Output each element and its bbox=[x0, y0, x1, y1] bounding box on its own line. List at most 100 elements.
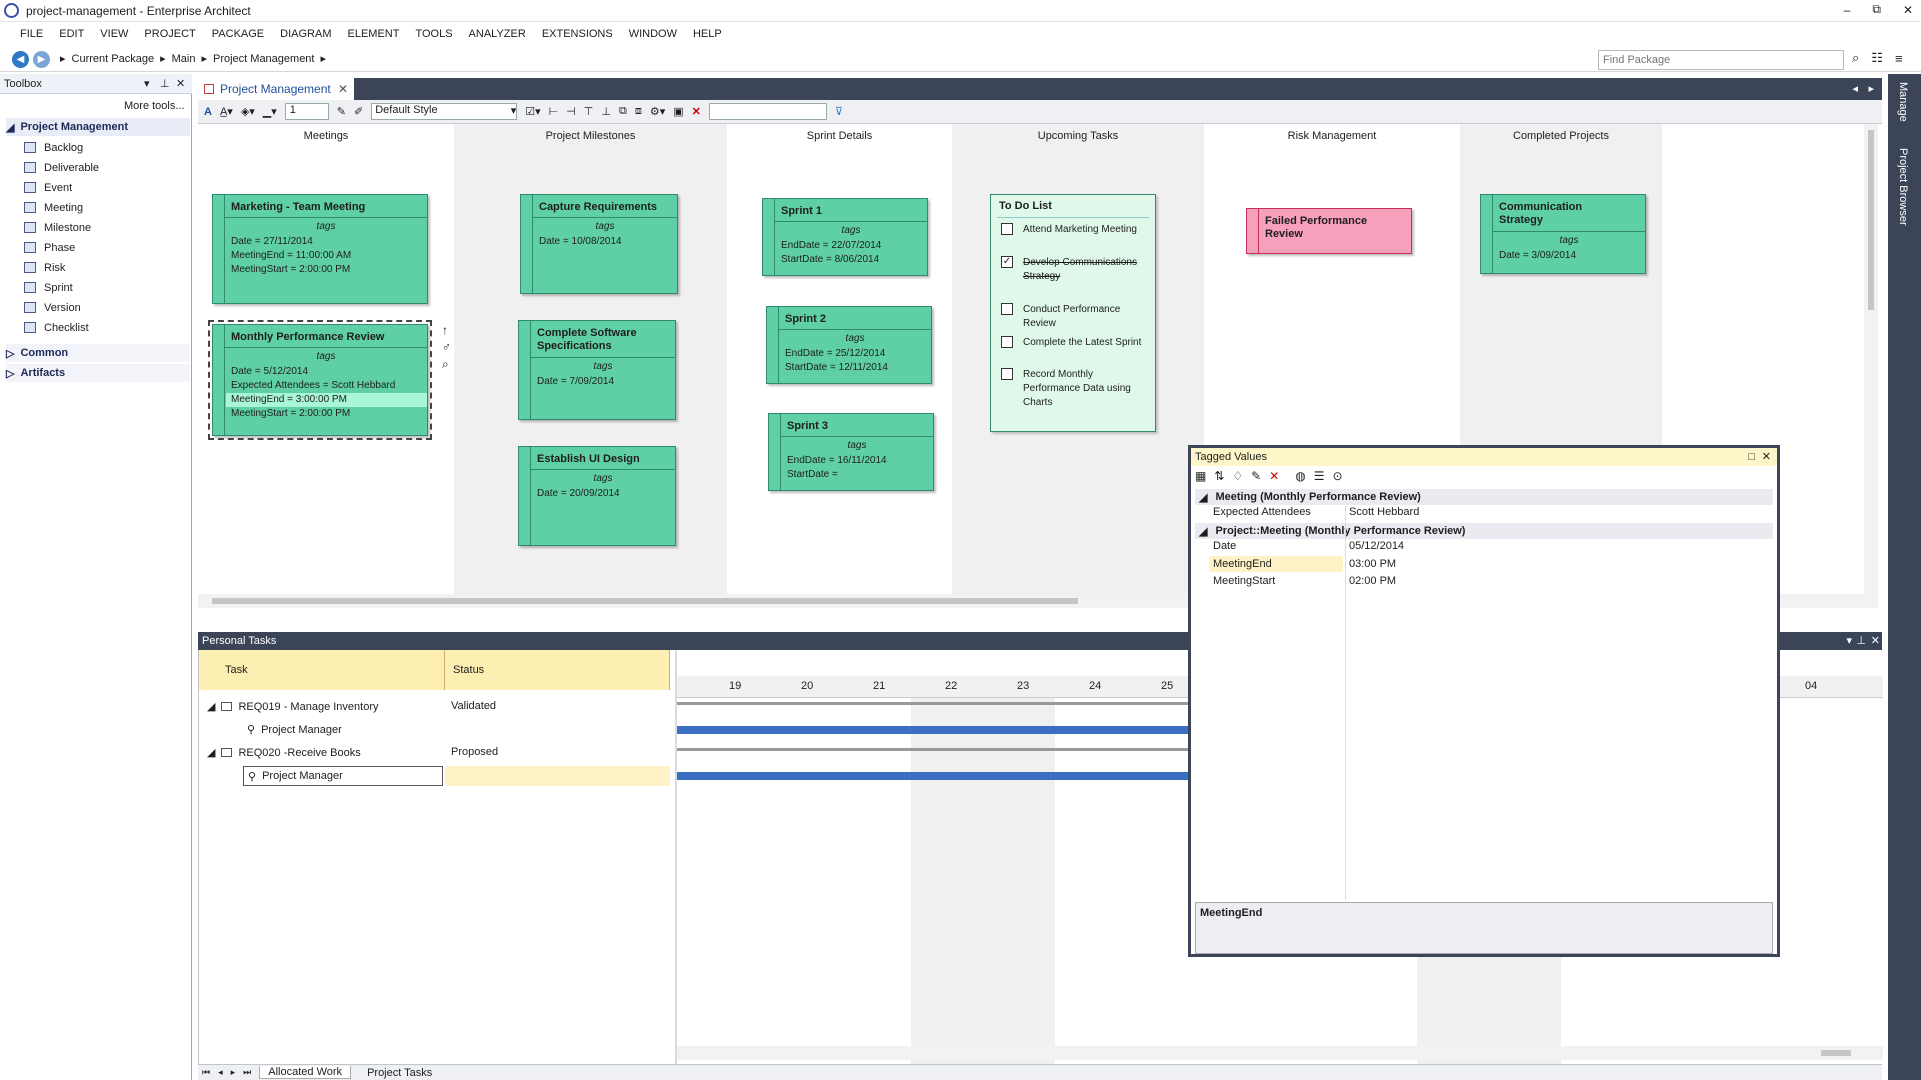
tab-project-management[interactable]: Project Management ✕ bbox=[198, 78, 354, 100]
toolbox-group-project-management[interactable]: ◢ Project Management bbox=[6, 118, 190, 136]
close-icon[interactable]: ✕ bbox=[176, 77, 185, 90]
next-page-icon[interactable]: ▸ bbox=[231, 1067, 236, 1078]
scroll-thumb[interactable] bbox=[1868, 130, 1874, 310]
tag-value[interactable]: 03:00 PM bbox=[1349, 558, 1396, 570]
scroll-thumb[interactable] bbox=[1821, 1050, 1851, 1056]
list-icon[interactable]: ☰ bbox=[1314, 469, 1325, 483]
todo-item[interactable]: Record Monthly Performance Data using Ch… bbox=[1001, 368, 1151, 410]
tab-project-tasks[interactable]: Project Tasks bbox=[359, 1067, 440, 1079]
fill-color-icon[interactable]: ◈▾ bbox=[241, 105, 255, 118]
toolbox-group-common[interactable]: ▷ Common bbox=[6, 344, 190, 362]
menu-edit[interactable]: EDIT bbox=[51, 22, 92, 46]
save-image-icon[interactable]: ▣ bbox=[673, 105, 683, 118]
apply-style-icon[interactable]: ☑▾ bbox=[525, 105, 540, 118]
toolbox-item-version[interactable]: Version bbox=[24, 298, 184, 317]
element-sprint-1[interactable]: Sprint 1 tags EndDate = 22/07/2014 Start… bbox=[762, 198, 928, 276]
tag-value[interactable]: 05/12/2014 bbox=[1349, 540, 1404, 552]
zoom-icon[interactable]: ⌕ bbox=[442, 356, 451, 373]
element-complete-software-specifications[interactable]: Complete Software Specifications tags Da… bbox=[518, 320, 676, 420]
element-marketing-team-meeting[interactable]: Marketing - Team Meeting tags Date = 27/… bbox=[212, 194, 428, 304]
checkbox-icon[interactable] bbox=[1001, 303, 1013, 315]
todo-item[interactable]: Complete the Latest Sprint bbox=[1001, 336, 1151, 350]
close-icon[interactable]: ✕ bbox=[338, 82, 348, 96]
menu-extensions[interactable]: EXTENSIONS bbox=[534, 22, 621, 46]
checkbox-icon[interactable] bbox=[1001, 368, 1013, 380]
toolbox-item-event[interactable]: Event bbox=[24, 178, 184, 197]
menu-package[interactable]: PACKAGE bbox=[204, 22, 272, 46]
column-header-status[interactable]: Status bbox=[445, 650, 670, 690]
maximize-icon[interactable]: □ bbox=[1748, 448, 1755, 466]
new-tag-icon[interactable]: ♢ bbox=[1232, 469, 1243, 483]
categorize-icon[interactable]: ▦ bbox=[1195, 469, 1206, 483]
menu-view[interactable]: VIEW bbox=[92, 22, 136, 46]
send-back-icon[interactable]: ⧈ bbox=[635, 105, 642, 118]
forward-icon[interactable]: ▶ bbox=[33, 51, 50, 68]
search-icon[interactable]: ⌕ bbox=[1852, 50, 1859, 66]
task-child-row[interactable]: ⚲ Project Manager bbox=[247, 723, 342, 737]
tag-value[interactable]: Scott Hebbard bbox=[1349, 506, 1419, 518]
last-page-icon[interactable]: ⏭ bbox=[243, 1067, 251, 1078]
filter-icon[interactable]: ⊽ bbox=[835, 105, 843, 118]
close-icon[interactable]: ✕ bbox=[1903, 3, 1913, 17]
help-icon[interactable]: ⊙ bbox=[1333, 469, 1343, 483]
tag-icon[interactable]: ◍ bbox=[1295, 469, 1305, 483]
todo-item[interactable]: Attend Marketing Meeting bbox=[1001, 223, 1151, 237]
close-icon[interactable]: ✕ bbox=[1762, 448, 1771, 466]
gantt-task-bar[interactable] bbox=[677, 726, 1189, 734]
toolbox-item-deliverable[interactable]: Deliverable bbox=[24, 158, 184, 177]
more-tools-button[interactable]: More tools... bbox=[124, 100, 185, 112]
edit-icon[interactable]: ✎ bbox=[1251, 469, 1261, 483]
font-icon[interactable]: A bbox=[204, 106, 212, 118]
toolbox-group-artifacts[interactable]: ▷ Artifacts bbox=[6, 364, 190, 382]
back-icon[interactable]: ◀ bbox=[12, 51, 29, 68]
sort-icon[interactable]: ⇅ bbox=[1214, 469, 1224, 483]
find-package-input[interactable] bbox=[1598, 50, 1844, 70]
toolbox-item-risk[interactable]: Risk bbox=[24, 258, 184, 277]
format-painter-icon[interactable]: ✎ bbox=[337, 105, 346, 118]
menu-diagram[interactable]: DIAGRAM bbox=[272, 22, 339, 46]
breadcrumb-main[interactable]: Main bbox=[172, 53, 196, 65]
task-child-row-selected[interactable]: ⚲ Project Manager bbox=[243, 766, 443, 786]
chevron-down-icon[interactable]: ▾ bbox=[144, 77, 150, 90]
toolbox-item-phase[interactable]: Phase bbox=[24, 238, 184, 257]
vertical-scrollbar[interactable] bbox=[1864, 124, 1878, 594]
menu-icon[interactable]: ≡ bbox=[1895, 51, 1903, 66]
filter-input[interactable] bbox=[708, 103, 827, 120]
line-color-icon[interactable]: ▁▾ bbox=[263, 105, 277, 118]
scroll-thumb[interactable] bbox=[212, 598, 1078, 604]
status-cell-selected[interactable] bbox=[445, 766, 670, 786]
pen-icon[interactable]: ✐ bbox=[354, 105, 363, 118]
tab-project-browser[interactable]: Project Browser bbox=[1897, 148, 1909, 226]
column-header-task[interactable]: Task bbox=[199, 650, 445, 690]
delete-icon[interactable]: ✕ bbox=[1269, 469, 1279, 483]
breadcrumb-current-package[interactable]: Current Package bbox=[72, 53, 155, 65]
quick-link-arrow-icon[interactable]: ↑ bbox=[442, 322, 451, 339]
checkbox-checked-icon[interactable]: ✓ bbox=[1001, 256, 1013, 268]
toolbox-item-meeting[interactable]: Meeting bbox=[24, 198, 184, 217]
first-page-icon[interactable]: ⏮ bbox=[202, 1067, 210, 1078]
menu-tools[interactable]: TOOLS bbox=[407, 22, 460, 46]
gantt-task-bar[interactable] bbox=[677, 772, 1189, 780]
toolbox-item-backlog[interactable]: Backlog bbox=[24, 138, 184, 157]
gantt-summary-bar[interactable] bbox=[677, 748, 1189, 751]
scroll-right-icon[interactable]: ▸ bbox=[1868, 82, 1874, 95]
expand-icon[interactable]: ◢ bbox=[207, 746, 215, 759]
tab-allocated-work[interactable]: Allocated Work bbox=[259, 1066, 352, 1079]
font-color-icon[interactable]: A̲▾ bbox=[220, 105, 233, 118]
prev-page-icon[interactable]: ◂ bbox=[218, 1067, 223, 1078]
align-right-icon[interactable]: ⊣ bbox=[566, 105, 576, 118]
menu-help[interactable]: HELP bbox=[685, 22, 730, 46]
task-row[interactable]: ◢ REQ020 -Receive Books bbox=[207, 746, 361, 760]
layout-icon[interactable]: ⚙▾ bbox=[650, 105, 665, 118]
breadcrumb-project-management[interactable]: Project Management bbox=[213, 53, 315, 65]
pin-icon[interactable]: ⊥ bbox=[1856, 632, 1866, 650]
checkbox-icon[interactable] bbox=[1001, 336, 1013, 348]
todo-item[interactable]: ✓ Develop Communications Strategy bbox=[1001, 256, 1151, 284]
element-establish-ui-design[interactable]: Establish UI Design tags Date = 20/09/20… bbox=[518, 446, 676, 546]
toolbox-item-milestone[interactable]: Milestone bbox=[24, 218, 184, 237]
tag-group-header[interactable]: ◢ Project::Meeting (Monthly Performance R… bbox=[1195, 523, 1773, 539]
tab-manage[interactable]: Manage bbox=[1897, 82, 1909, 122]
align-left-icon[interactable]: ⊢ bbox=[549, 105, 559, 118]
options-icon[interactable]: ☷ bbox=[1871, 50, 1883, 66]
menu-analyzer[interactable]: ANALYZER bbox=[461, 22, 534, 46]
